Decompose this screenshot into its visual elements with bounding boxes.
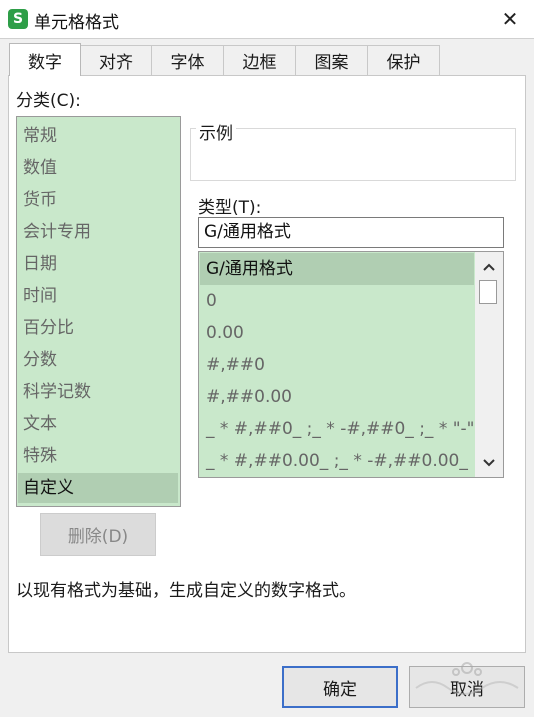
format-item-accounting-decimal[interactable]: _ * #,##0.00_ ;_ * -#,##0.00_ ;_ ...: [200, 445, 474, 477]
scroll-thumb[interactable]: [479, 280, 497, 304]
tab-font[interactable]: 字体: [151, 45, 224, 75]
category-item-date[interactable]: 日期: [18, 249, 178, 279]
type-input[interactable]: G/通用格式: [198, 217, 504, 248]
category-item-currency[interactable]: 货币: [18, 185, 178, 215]
category-list[interactable]: 常规 数值 货币 会计专用 日期 时间 百分比 分数 科学记数 文本 特殊 自定…: [16, 116, 181, 507]
delete-button[interactable]: 删除(D): [40, 513, 156, 556]
watermark-graphic: [412, 658, 522, 698]
sample-label: 示例: [196, 119, 236, 144]
format-item-0-00[interactable]: 0.00: [200, 317, 474, 349]
category-item-fraction[interactable]: 分数: [18, 345, 178, 375]
category-item-custom[interactable]: 自定义: [18, 473, 178, 503]
category-item-time[interactable]: 时间: [18, 281, 178, 311]
format-item-general[interactable]: G/通用格式: [200, 253, 474, 285]
format-list-scrollbar[interactable]: [475, 252, 503, 477]
chevron-up-icon[interactable]: [475, 256, 503, 278]
format-item-accounting[interactable]: _ * #,##0_ ;_ * -#,##0_ ;_ * "-"_ ...: [200, 413, 474, 445]
category-item-general[interactable]: 常规: [18, 121, 178, 151]
tab-protection[interactable]: 保护: [367, 45, 440, 75]
close-icon[interactable]: ✕: [496, 6, 524, 32]
category-item-percentage[interactable]: 百分比: [18, 313, 178, 343]
tab-border[interactable]: 边框: [223, 45, 296, 75]
category-item-number[interactable]: 数值: [18, 153, 178, 183]
category-item-scientific[interactable]: 科学记数: [18, 377, 178, 407]
format-description: 以现有格式为基础，生成自定义的数字格式。: [16, 581, 356, 601]
window-title: 单元格格式: [34, 13, 119, 33]
format-item-0[interactable]: 0: [200, 285, 474, 317]
category-item-special[interactable]: 特殊: [18, 441, 178, 471]
chevron-down-icon[interactable]: [475, 452, 503, 474]
format-item-thousands[interactable]: #,##0: [200, 349, 474, 381]
category-label: 分类(C):: [16, 91, 81, 111]
ok-button[interactable]: 确定: [282, 666, 398, 708]
type-label: 类型(T):: [198, 198, 262, 218]
format-item-thousands-decimal[interactable]: #,##0.00: [200, 381, 474, 413]
wps-spreadsheet-logo-icon: S: [8, 9, 28, 29]
sample-groupbox: [190, 128, 516, 181]
format-list[interactable]: G/通用格式 0 0.00 #,##0 #,##0.00 _ * #,##0_ …: [198, 251, 504, 478]
tab-pattern[interactable]: 图案: [295, 45, 368, 75]
tab-alignment[interactable]: 对齐: [80, 45, 152, 75]
category-item-text[interactable]: 文本: [18, 409, 178, 439]
category-item-accounting[interactable]: 会计专用: [18, 217, 178, 247]
tab-number[interactable]: 数字: [9, 43, 81, 76]
